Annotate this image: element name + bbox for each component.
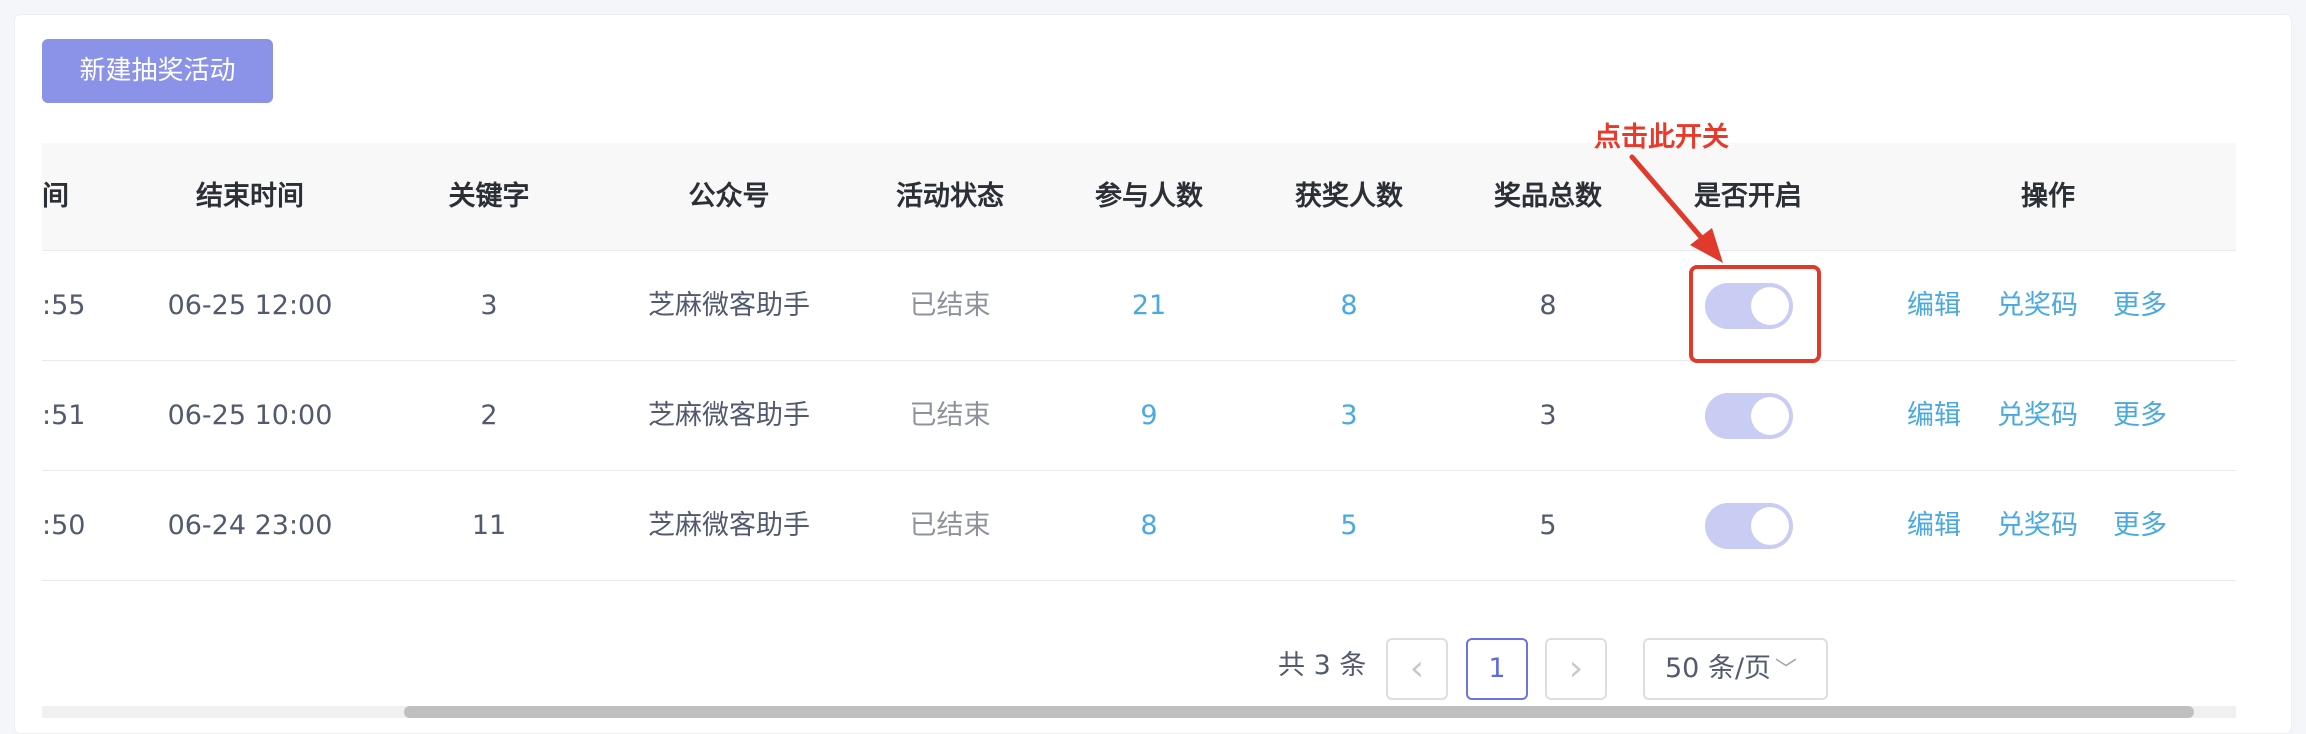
- annotation-arrow-icon: [1629, 154, 1723, 263]
